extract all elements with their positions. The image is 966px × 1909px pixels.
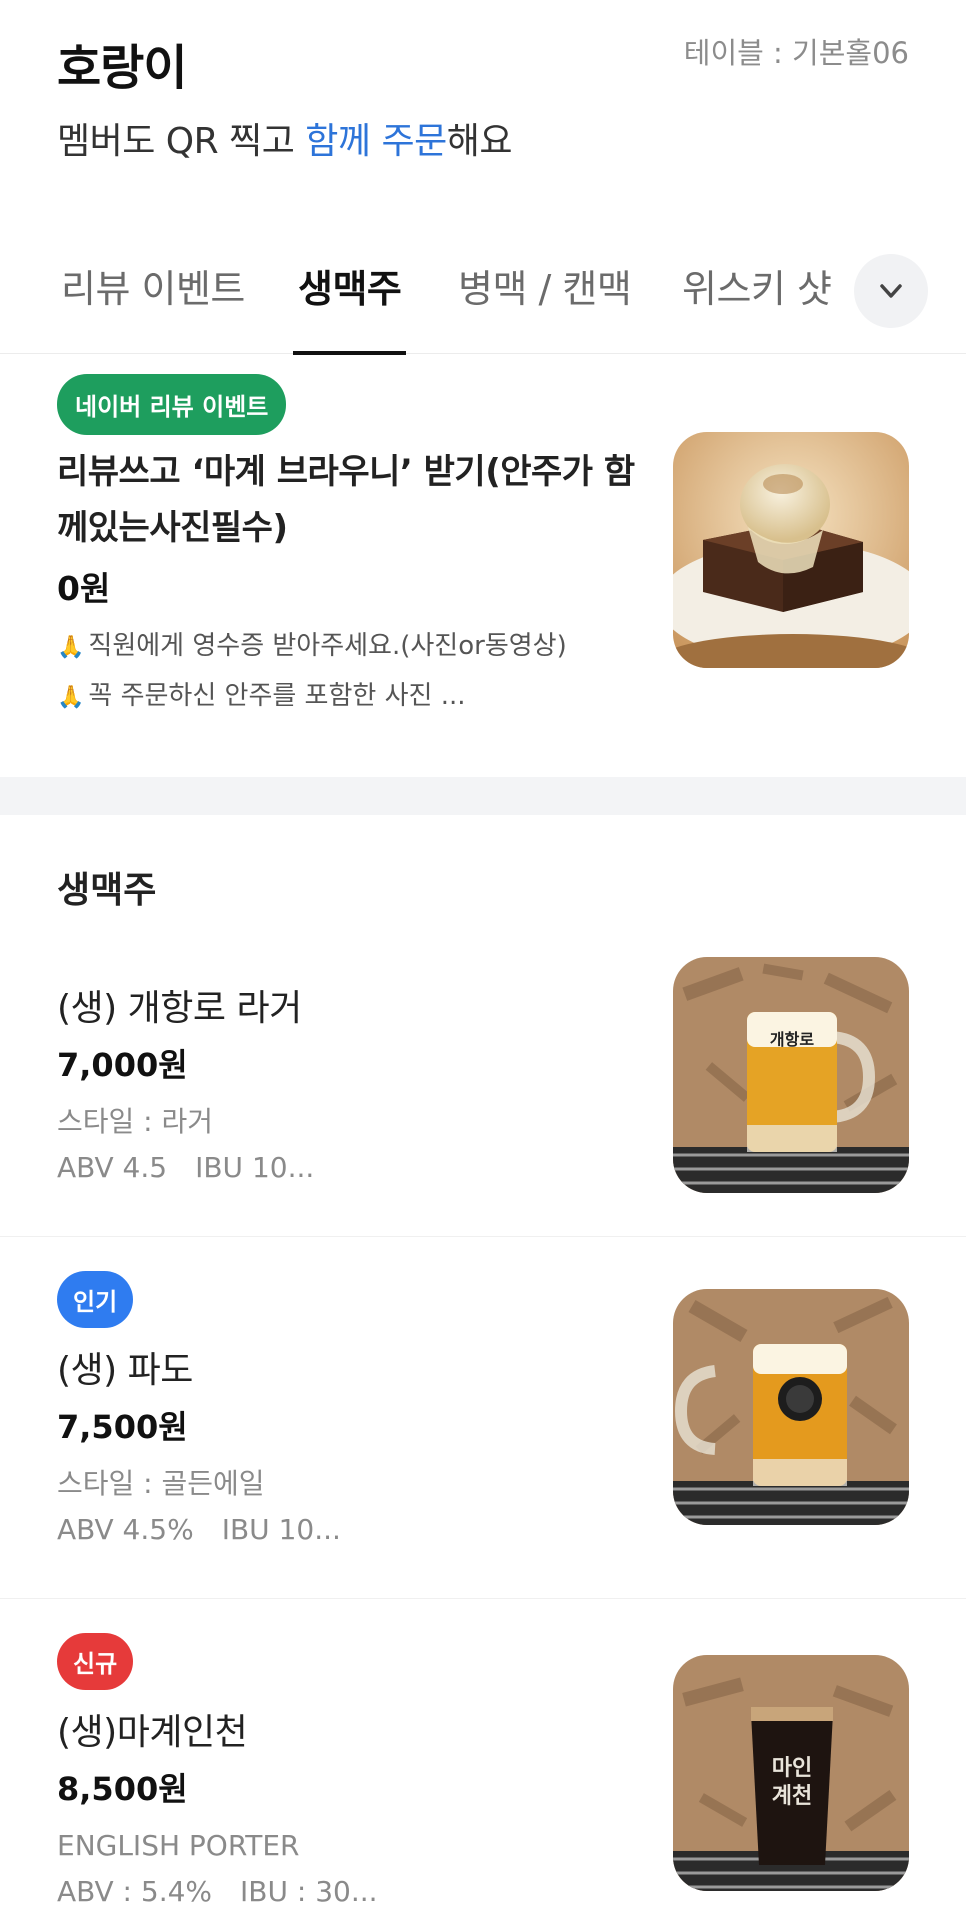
tab-whisky-shot[interactable]: 위스키 샷 (682, 258, 832, 313)
item-abv-ibu: ABV 4.5 IBU 10... (57, 1145, 314, 1191)
beer-photo: 개항로 (673, 957, 909, 1193)
category-tabs: 리뷰 이벤트 생맥주 병맥 / 캔맥 위스키 샷 (0, 232, 966, 355)
menu-item[interactable]: 신규 (생)마계인천 8,500원 ENGLISH PORTER ABV : 5… (0, 1599, 966, 1909)
item-info: 스타일 : 골든에일 ABV 4.5% IBU 10... (57, 1461, 341, 1553)
item-abv-ibu: ABV 4.5% IBU 10... (57, 1507, 341, 1553)
tabs-expand-button[interactable] (854, 254, 928, 328)
item-style: ENGLISH PORTER (57, 1829, 300, 1862)
item-name: (생) 개항로 라거 (57, 988, 302, 1029)
item-name: (생) 파도 (57, 1350, 193, 1391)
naver-review-event-badge: 네이버 리뷰 이벤트 (57, 374, 287, 435)
item-info: 스타일 : 라거 ABV 4.5 IBU 10... (57, 1099, 314, 1191)
chevron-down-icon (880, 284, 902, 298)
item-style: 스타일 : 라거 (57, 1105, 214, 1138)
item-ibu: IBU 10... (221, 1513, 341, 1546)
section-title-draft-beer: 생맥주 (57, 870, 157, 911)
item-price: 7,500원 (57, 1408, 188, 1446)
item-abv: ABV 4.5% (57, 1513, 194, 1546)
item-abv-ibu: ABV : 5.4% IBU : 30... (57, 1869, 378, 1909)
event-title: 리뷰쓰고 ‘마계 브라우니’ 받기(안주가 함께있는사진필수) (57, 452, 635, 548)
new-badge: 신규 (57, 1633, 134, 1690)
event-desc-text: 꼭 주문하신 안주를 포함한 사진 ... (88, 681, 466, 711)
event-desc-text: 직원에게 영수증 받아주세요.(사진or동영상) (88, 631, 567, 661)
review-event-card[interactable]: 네이버 리뷰 이벤트 리뷰쓰고 ‘마계 브라우니’ 받기(안주가 함께있는사진필… (0, 354, 966, 777)
item-abv: ABV 4.5 (57, 1151, 168, 1184)
beer-photo (673, 1289, 909, 1525)
menu-item[interactable]: 인기 (생) 파도 7,500원 스타일 : 골든에일 ABV 4.5% IBU … (0, 1237, 966, 1599)
tab-review-event[interactable]: 리뷰 이벤트 (61, 258, 245, 313)
item-ibu: IBU 10... (195, 1151, 315, 1184)
header: 호랑이 테이블 : 기본홀06 멤버도 QR 찍고 함께 주문해요 (0, 0, 966, 232)
item-name: (생)마계인천 (57, 1712, 248, 1753)
order-together-subtitle: 멤버도 QR 찍고 함께 주문해요 (57, 112, 512, 164)
tab-draft-beer[interactable]: 생맥주 (298, 258, 402, 313)
store-name: 호랑이 (57, 40, 187, 96)
tab-bottle-can-beer[interactable]: 병맥 / 캔맥 (458, 258, 632, 313)
glass-print: 계천 (772, 1784, 812, 1809)
item-price: 7,000원 (57, 1046, 188, 1084)
beer-photo: 마인 계천 (673, 1655, 909, 1891)
subtitle-accent: 함께 주문 (305, 121, 447, 162)
event-desc-line: 🙏 직원에게 영수증 받아주세요.(사진or동영상) (57, 622, 567, 672)
event-desc-line: 🙏 꼭 주문하신 안주를 포함한 사진 ... (57, 672, 567, 722)
item-price: 8,500원 (57, 1770, 188, 1808)
item-ibu: IBU : 30... (240, 1875, 378, 1908)
subtitle-text: 멤버도 QR 찍고 (57, 121, 306, 162)
mug-print: 개항로 (770, 1030, 814, 1049)
glass-print: 마인 (772, 1756, 812, 1781)
menu-item[interactable]: (생) 개항로 라거 7,000원 스타일 : 라거 ABV 4.5 IBU 10… (0, 957, 966, 1237)
order-page: 호랑이 테이블 : 기본홀06 멤버도 QR 찍고 함께 주문해요 리뷰 이벤트… (0, 0, 966, 1909)
event-price: 0원 (57, 569, 111, 608)
event-description: 🙏 직원에게 영수증 받아주세요.(사진or동영상) 🙏 꼭 주문하신 안주를 포함… (57, 622, 567, 722)
folded-hands-icon: 🙏 (57, 635, 85, 660)
brownie-photo (673, 432, 909, 668)
popular-badge: 인기 (57, 1271, 134, 1328)
section-separator (0, 777, 966, 815)
item-info: ENGLISH PORTER ABV : 5.4% IBU : 30... (57, 1823, 378, 1909)
table-label: 테이블 : 기본홀06 (683, 36, 909, 70)
folded-hands-icon: 🙏 (57, 685, 85, 710)
subtitle-text-end: 해요 (446, 121, 513, 162)
item-style: 스타일 : 골든에일 (57, 1467, 265, 1500)
item-abv: ABV : 5.4% (57, 1875, 213, 1908)
